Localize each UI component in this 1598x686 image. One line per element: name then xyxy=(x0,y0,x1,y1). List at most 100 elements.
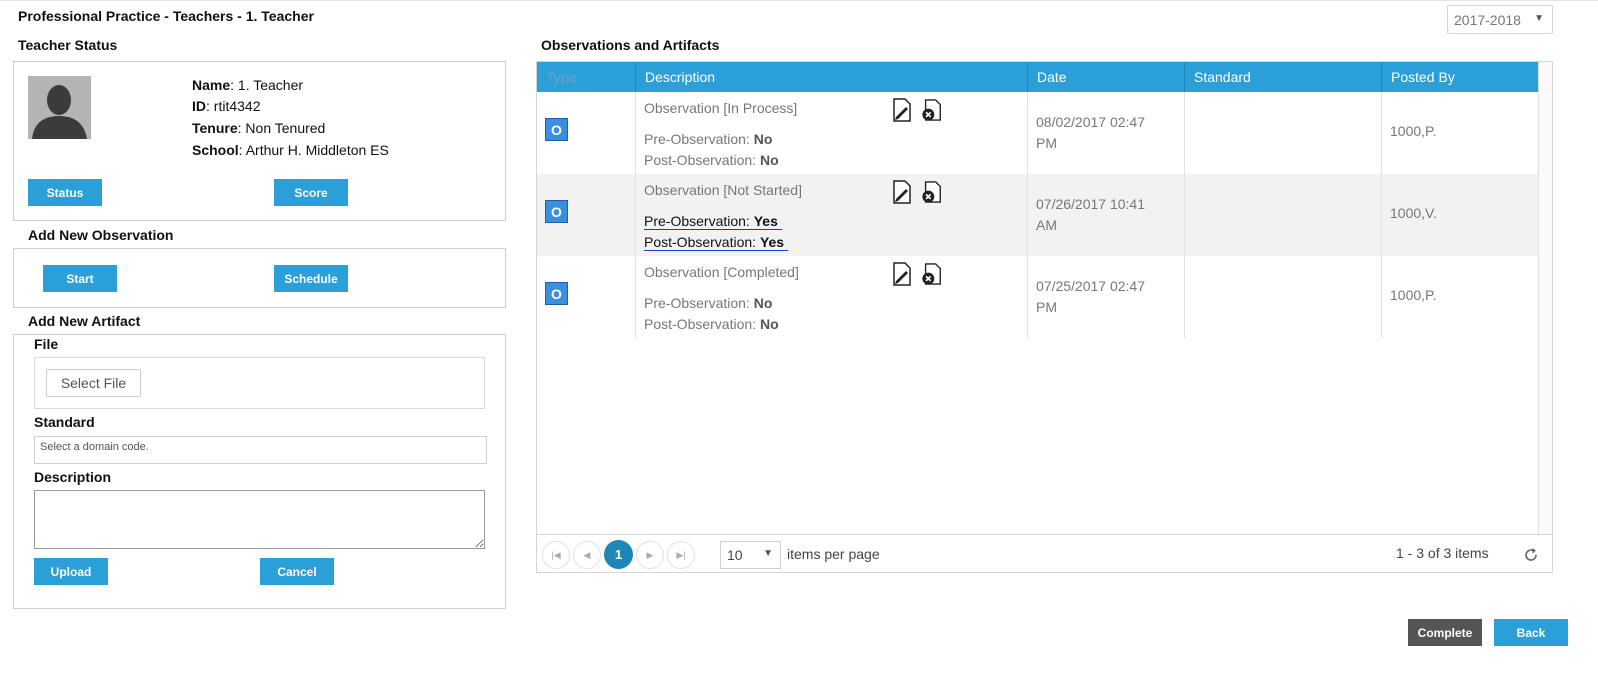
status-button[interactable]: Status xyxy=(28,179,102,206)
refresh-icon[interactable] xyxy=(1523,547,1539,563)
posted-by-cell: 1000,P. xyxy=(1382,92,1538,174)
observation-icon[interactable]: O xyxy=(545,282,568,305)
date-cell: 07/26/2017 10:41 AM xyxy=(1028,174,1185,256)
date-text: 07/26/2017 10:41 AM xyxy=(1036,194,1181,236)
observation-title: Observation [Completed] xyxy=(644,264,799,280)
column-type[interactable]: Type xyxy=(537,62,636,92)
school-label: School xyxy=(192,142,239,158)
first-page-icon[interactable]: |◀ xyxy=(542,541,570,569)
pre-observation-label: Pre-Observation: xyxy=(644,131,750,147)
edit-icon[interactable] xyxy=(891,98,913,122)
file-label: File xyxy=(34,336,59,352)
pre-observation-label: Pre-Observation: xyxy=(644,295,750,311)
teacher-id: ID: rtit4342 xyxy=(192,98,261,114)
teacher-status-heading: Teacher Status xyxy=(18,37,118,53)
posted-by-text: 1000,P. xyxy=(1390,287,1437,303)
pager-summary: 1 - 3 of 3 items xyxy=(1396,545,1489,561)
complete-button[interactable]: Complete xyxy=(1408,619,1482,646)
upload-button[interactable]: Upload xyxy=(34,558,108,585)
chevron-down-icon: ▼ xyxy=(1534,13,1544,24)
observations-grid: Type Description Date Standard Posted By… xyxy=(536,61,1553,573)
grid-pager: |◀ ◀ 1 ▶ ▶| 10 ▼ items per page 1 - 3 of… xyxy=(537,534,1552,572)
column-standard[interactable]: Standard xyxy=(1185,62,1382,92)
observation-icon[interactable]: O xyxy=(545,200,568,223)
post-observation-value: No xyxy=(759,316,779,332)
page-title: Professional Practice - Teachers - 1. Te… xyxy=(18,8,314,24)
delete-icon[interactable] xyxy=(921,98,943,122)
select-file-button[interactable]: Select File xyxy=(46,369,141,397)
post-observation-label: Post-Observation: xyxy=(644,234,757,250)
schedule-button[interactable]: Schedule xyxy=(274,265,348,292)
name-value: 1. Teacher xyxy=(237,77,304,93)
column-description[interactable]: Description xyxy=(636,62,1028,92)
previous-page-icon[interactable]: ◀ xyxy=(573,541,601,569)
posted-by-text: 1000,P. xyxy=(1390,123,1437,139)
post-observation-value: Yes xyxy=(759,234,785,250)
date-line-1: 08/02/2017 02:47 xyxy=(1036,114,1145,130)
description-cell: Observation [Completed] Pre-Observation:… xyxy=(636,256,1028,338)
description-cell: Observation [Not Started] Pre-Observatio… xyxy=(636,174,1028,256)
tenure-value: Non Tenured xyxy=(245,120,326,136)
standard-domain-input[interactable]: Select a domain code. xyxy=(34,436,487,464)
type-cell: O xyxy=(537,174,636,256)
column-date[interactable]: Date xyxy=(1028,62,1185,92)
back-button[interactable]: Back xyxy=(1494,619,1568,646)
description-label: Description xyxy=(34,469,112,485)
date-text: 07/25/2017 02:47 PM xyxy=(1036,276,1181,318)
teacher-school: School: Arthur H. Middleton ES xyxy=(192,142,389,158)
year-select-value: 2017-2018 xyxy=(1454,12,1521,28)
tenure-label: Tenure xyxy=(192,120,238,136)
table-row[interactable]: O Observation [In Process] Pre-Observati… xyxy=(537,92,1538,174)
pre-observation-link[interactable]: Pre-Observation: Yes xyxy=(644,213,782,230)
post-observation-status: Post-Observation: No xyxy=(644,152,779,168)
teacher-name: Name: 1. Teacher xyxy=(192,77,304,93)
edit-icon[interactable] xyxy=(891,262,913,286)
table-row[interactable]: O Observation [Not Started] Pre-Observat… xyxy=(537,174,1538,256)
standard-placeholder: Select a domain code. xyxy=(40,441,149,453)
post-observation-status: Post-Observation: No xyxy=(644,316,779,332)
cancel-button[interactable]: Cancel xyxy=(260,558,334,585)
standard-label: Standard xyxy=(34,414,95,430)
observations-heading: Observations and Artifacts xyxy=(541,37,720,53)
date-line-2: PM xyxy=(1036,135,1057,151)
type-cell: O xyxy=(537,256,636,338)
observation-icon[interactable]: O xyxy=(545,118,568,141)
date-line-2: AM xyxy=(1036,217,1057,233)
delete-icon[interactable] xyxy=(921,180,943,204)
grid-scrollbar[interactable] xyxy=(1538,62,1552,534)
posted-by-cell: 1000,V. xyxy=(1382,174,1538,256)
year-select[interactable]: 2017-2018 ▼ xyxy=(1447,5,1553,34)
post-observation-label: Post-Observation: xyxy=(644,152,757,168)
observation-title: Observation [In Process] xyxy=(644,100,798,116)
type-cell: O xyxy=(537,92,636,174)
add-observation-heading: Add New Observation xyxy=(28,227,174,243)
page-size-select[interactable]: 10 ▼ xyxy=(720,541,781,569)
edit-icon[interactable] xyxy=(891,180,913,204)
chevron-down-icon: ▼ xyxy=(763,548,773,559)
start-button[interactable]: Start xyxy=(43,265,117,292)
standard-cell xyxy=(1185,256,1382,338)
observation-title: Observation [Not Started] xyxy=(644,182,802,198)
teacher-tenure: Tenure: Non Tenured xyxy=(192,120,326,136)
table-row[interactable]: O Observation [Completed] Pre-Observatio… xyxy=(537,256,1538,338)
standard-cell xyxy=(1185,92,1382,174)
standard-cell xyxy=(1185,174,1382,256)
column-posted-by[interactable]: Posted By xyxy=(1382,62,1538,92)
description-textarea[interactable] xyxy=(34,490,485,549)
delete-icon[interactable] xyxy=(921,262,943,286)
description-cell: Observation [In Process] Pre-Observation… xyxy=(636,92,1028,174)
next-page-icon[interactable]: ▶ xyxy=(636,541,664,569)
last-page-icon[interactable]: ▶| xyxy=(667,541,695,569)
current-page-button[interactable]: 1 xyxy=(604,540,633,569)
post-observation-value: No xyxy=(759,152,779,168)
post-observation-link[interactable]: Post-Observation: Yes xyxy=(644,234,789,251)
pre-observation-label: Pre-Observation: xyxy=(644,213,750,229)
pre-observation-value: No xyxy=(753,295,773,311)
pre-observation-value: No xyxy=(753,131,773,147)
posted-by-text: 1000,V. xyxy=(1390,205,1437,221)
date-text: 08/02/2017 02:47 PM xyxy=(1036,112,1181,154)
id-value: rtit4342 xyxy=(213,98,261,114)
score-button[interactable]: Score xyxy=(274,179,348,206)
school-value: Arthur H. Middleton ES xyxy=(245,142,389,158)
pre-observation-status: Pre-Observation: No xyxy=(644,131,772,147)
